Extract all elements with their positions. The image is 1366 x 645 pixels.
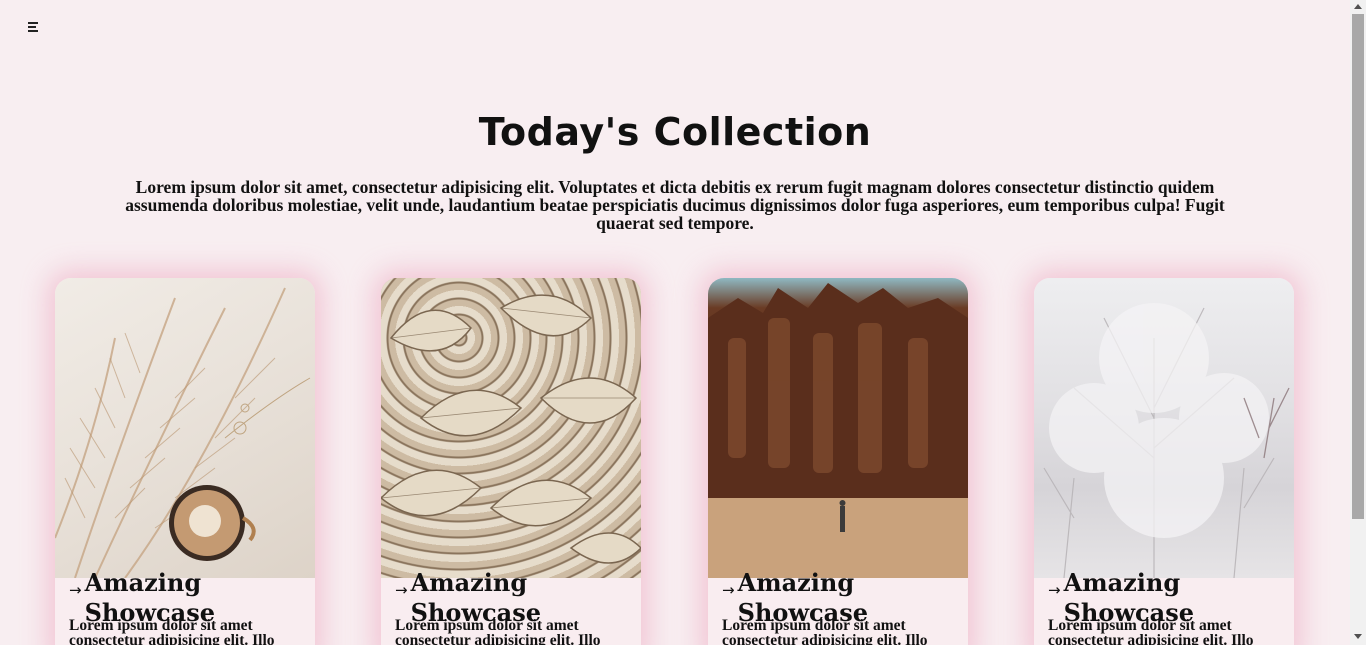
card-text: Lorem ipsum dolor sit amet consectetur a… bbox=[395, 617, 601, 645]
scroll-up-icon[interactable] bbox=[1354, 4, 1362, 9]
scroll-down-icon[interactable] bbox=[1354, 634, 1362, 639]
arrow-right-icon: → bbox=[69, 581, 82, 599]
showcase-card[interactable]: → Amazing Showcase Lorem ipsum dolor sit… bbox=[708, 278, 968, 645]
showcase-card[interactable]: → Amazing Showcase Lorem ipsum dolor sit… bbox=[55, 278, 315, 645]
desert-cliffs-image bbox=[708, 278, 968, 578]
arrow-right-icon: → bbox=[1048, 581, 1061, 599]
arrow-right-icon: → bbox=[722, 581, 735, 599]
vertical-scrollbar[interactable] bbox=[1350, 0, 1366, 645]
showcase-card[interactable]: → Amazing Showcase Lorem ipsum dolor sit… bbox=[1034, 278, 1294, 645]
snowy-trees-image bbox=[1034, 278, 1294, 578]
card-text: Lorem ipsum dolor sit amet consectetur a… bbox=[69, 617, 275, 645]
card-text: Lorem ipsum dolor sit amet consectetur a… bbox=[1048, 617, 1254, 645]
page-title: Today's Collection bbox=[478, 110, 872, 154]
arrow-right-icon: → bbox=[395, 581, 408, 599]
scrollbar-thumb[interactable] bbox=[1352, 14, 1364, 519]
hamburger-menu-icon[interactable] bbox=[28, 22, 40, 34]
card-text: Lorem ipsum dolor sit amet consectetur a… bbox=[722, 617, 928, 645]
palm-leaves-image bbox=[381, 278, 641, 578]
pampas-coffee-image bbox=[55, 278, 315, 578]
intro-text: Lorem ipsum dolor sit amet, consectetur … bbox=[125, 177, 1225, 233]
showcase-card[interactable]: → Amazing Showcase Lorem ipsum dolor sit… bbox=[381, 278, 641, 645]
